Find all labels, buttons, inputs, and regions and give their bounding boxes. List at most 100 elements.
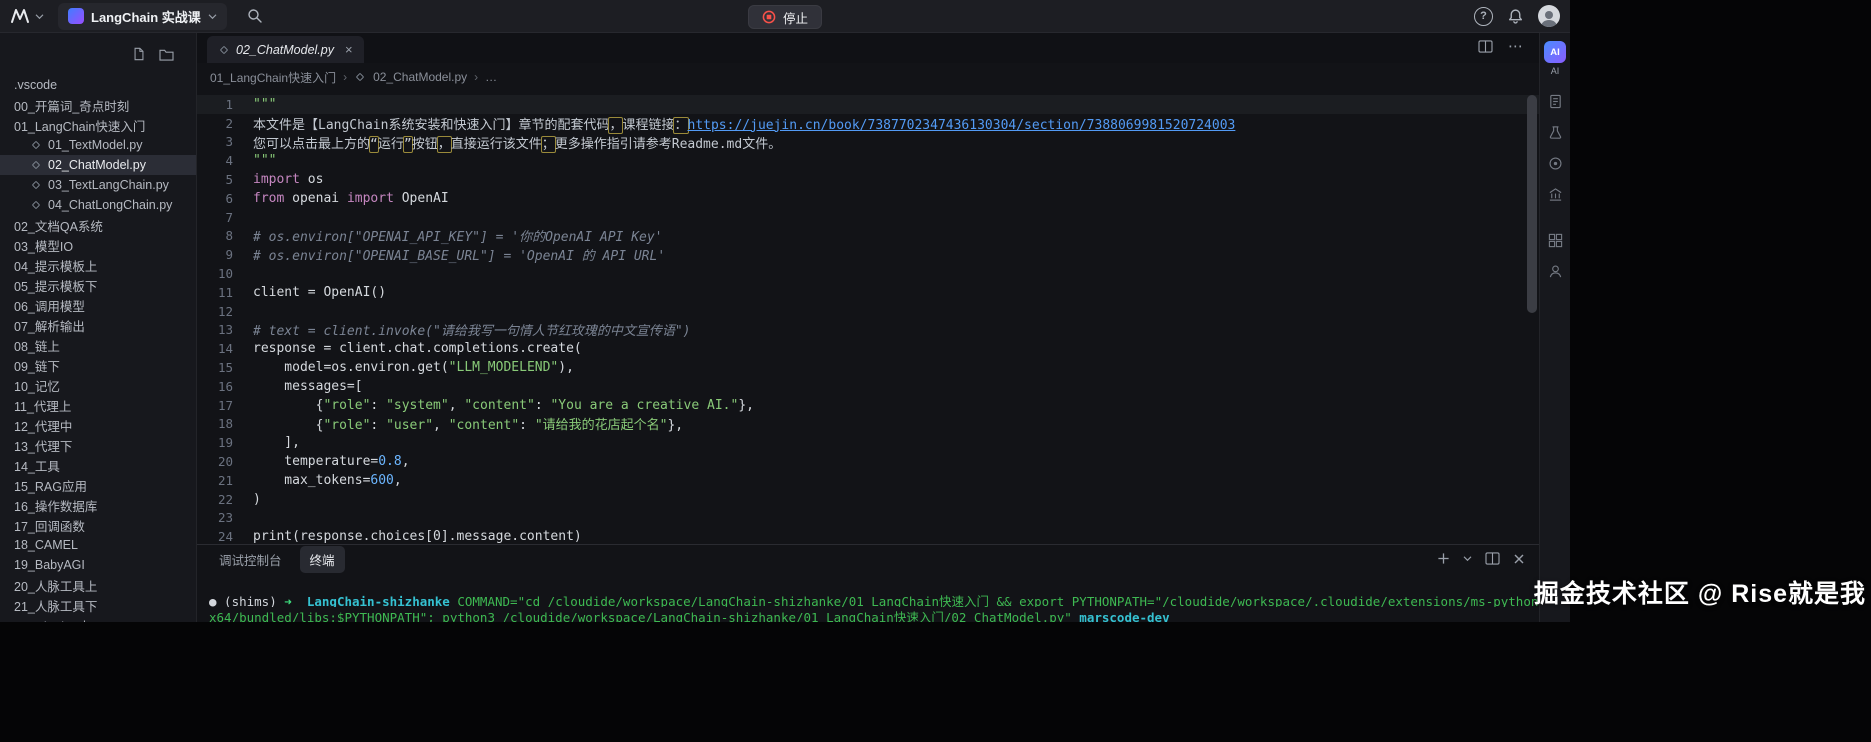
new-terminal-icon[interactable] [1437,552,1450,565]
split-editor-icon[interactable] [1478,40,1493,53]
code-line: 8# os.environ["OPENAI_API_KEY"] = '你的Ope… [197,227,1539,246]
line-number: 21 [197,473,233,488]
panel-actions [1437,552,1525,565]
panel-tab[interactable]: 终端 [300,546,345,573]
breadcrumb-separator: › [343,70,347,84]
breadcrumb: 01_LangChain快速入门›02_ChatModel.py›… [197,63,1539,91]
close-panel-icon[interactable] [1513,553,1525,565]
code-editor[interactable]: 1"""2本文件是【LangChain系统安装和快速入门】章节的配套代码，课程链… [197,91,1539,544]
code-line: 20 temperature=0.8, [197,452,1539,471]
screenshot-canvas: LangChain 实战课 停止 ? [0,0,1871,742]
folder-item[interactable]: .vscode [0,75,196,95]
more-actions-icon[interactable]: ⋯ [1508,42,1523,52]
file-label: 07_解析输出 [14,316,85,335]
folder-item[interactable]: 12_代理中 [0,415,196,435]
folder-item[interactable]: 10_记忆 [0,375,196,395]
folder-item[interactable]: 17_回调函数 [0,515,196,535]
new-folder-icon[interactable] [159,48,174,61]
file-item[interactable]: 02_ChatModel.py [0,155,196,175]
line-number: 3 [197,134,233,149]
folder-item[interactable]: 09_链下 [0,355,196,375]
editor-tab[interactable]: 02_ChatModel.py × [207,36,364,63]
folder-item[interactable]: 11_代理上 [0,395,196,415]
bell-icon[interactable] [1507,8,1524,25]
code-line: 19 ], [197,433,1539,452]
folder-item[interactable]: 13_代理下 [0,435,196,455]
folder-item[interactable]: 03_模型IO [0,235,196,255]
code-line: 14response = client.chat.completions.cre… [197,339,1539,358]
line-number: 8 [197,228,233,243]
new-file-icon[interactable] [132,47,146,61]
file-label: 14_工具 [14,456,60,475]
code-line: 15 model=os.environ.get("LLM_MODELEND"), [197,358,1539,377]
ide-window: LangChain 实战课 停止 ? [0,0,1570,622]
panel-tab[interactable]: 调试控制台 [209,546,292,573]
ai-assistant-icon[interactable]: AI [1544,41,1566,63]
scrollbar-thumb[interactable] [1527,95,1537,313]
file-label: 05_提示模板下 [14,276,97,295]
file-item[interactable]: 04_ChatLongChain.py [0,195,196,215]
code-line: 7 [197,208,1539,227]
library-icon[interactable] [1547,187,1563,203]
folder-item[interactable]: 22_Chatbot上 [0,615,196,622]
line-number: 14 [197,341,233,356]
file-explorer: .vscode00_开篇词_奇点时刻01_LangChain快速入门01_Tex… [0,33,196,622]
folder-item[interactable]: 21_人脉工具下 [0,595,196,615]
folder-item[interactable]: 19_BabyAGI [0,555,196,575]
terminal-line: x64/bundled/libs:$PYTHONPATH"; python3 /… [209,607,1539,623]
split-panel-icon[interactable] [1485,552,1500,565]
chevron-down-icon[interactable] [1463,555,1472,562]
code-line: 4""" [197,151,1539,170]
file-label: 12_代理中 [14,416,72,435]
close-icon[interactable]: × [345,42,353,57]
folder-item[interactable]: 01_LangChain快速入门 [0,115,196,135]
app-menu-button[interactable] [10,8,44,24]
target-icon[interactable] [1547,156,1563,172]
folder-item[interactable]: 08_链上 [0,335,196,355]
code-line: 6from openai import OpenAI [197,189,1539,208]
extensions-grid-icon[interactable] [1547,232,1563,248]
folder-item[interactable]: 20_人脉工具上 [0,575,196,595]
breadcrumb-item[interactable]: 02_ChatModel.py [373,70,467,84]
python-file-icon [30,179,42,191]
stop-button[interactable]: 停止 [748,5,822,29]
breadcrumb-item[interactable]: … [485,70,497,84]
explorer-actions [0,33,196,67]
code-line: 2本文件是【LangChain系统安装和快速入门】章节的配套代码，课程链接：ht… [197,114,1539,133]
folder-item[interactable]: 07_解析输出 [0,315,196,335]
file-label: 02_文档QA系统 [14,216,103,235]
folder-item[interactable]: 18_CAMEL [0,535,196,555]
file-list: .vscode00_开篇词_奇点时刻01_LangChain快速入门01_Tex… [0,67,196,622]
file-item[interactable]: 01_TextModel.py [0,135,196,155]
folder-item[interactable]: 15_RAG应用 [0,475,196,495]
beaker-icon[interactable] [1547,125,1563,141]
help-icon[interactable]: ? [1474,7,1493,26]
folder-item[interactable]: 02_文档QA系统 [0,215,196,235]
code-line: 18 {"role": "user", "content": "请给我的花店起个… [197,415,1539,434]
folder-item[interactable]: 05_提示模板下 [0,275,196,295]
breadcrumb-item[interactable]: 01_LangChain快速入门 [210,69,336,86]
user-icon[interactable] [1547,263,1563,279]
topbar-right-actions: ? [1474,0,1560,32]
file-label: 01_LangChain快速入门 [14,116,145,135]
python-file-icon [354,71,366,83]
course-switcher[interactable]: LangChain 实战课 [58,3,227,30]
file-label: 09_链下 [14,356,60,375]
terminal-output[interactable]: ● (shims) ➜ LangChain-shizhanke COMMAND=… [197,573,1539,622]
line-number: 18 [197,416,233,431]
folder-item[interactable]: 00_开篇词_奇点时刻 [0,95,196,115]
code-line: 22) [197,490,1539,509]
file-label: 03_TextLangChain.py [48,178,169,192]
folder-item[interactable]: 16_操作数据库 [0,495,196,515]
folder-item[interactable]: 04_提示模板上 [0,255,196,275]
file-label: 04_提示模板上 [14,256,97,275]
terminal-line: ● (shims) ➜ LangChain-shizhanke COMMAND=… [209,591,1539,607]
line-number: 1 [197,97,233,112]
folder-item[interactable]: 06_调用模型 [0,295,196,315]
report-icon[interactable] [1547,94,1563,110]
search-button[interactable] [247,8,263,24]
file-item[interactable]: 03_TextLangChain.py [0,175,196,195]
avatar[interactable] [1538,5,1560,27]
top-bar: LangChain 实战课 停止 ? [0,0,1570,33]
folder-item[interactable]: 14_工具 [0,455,196,475]
